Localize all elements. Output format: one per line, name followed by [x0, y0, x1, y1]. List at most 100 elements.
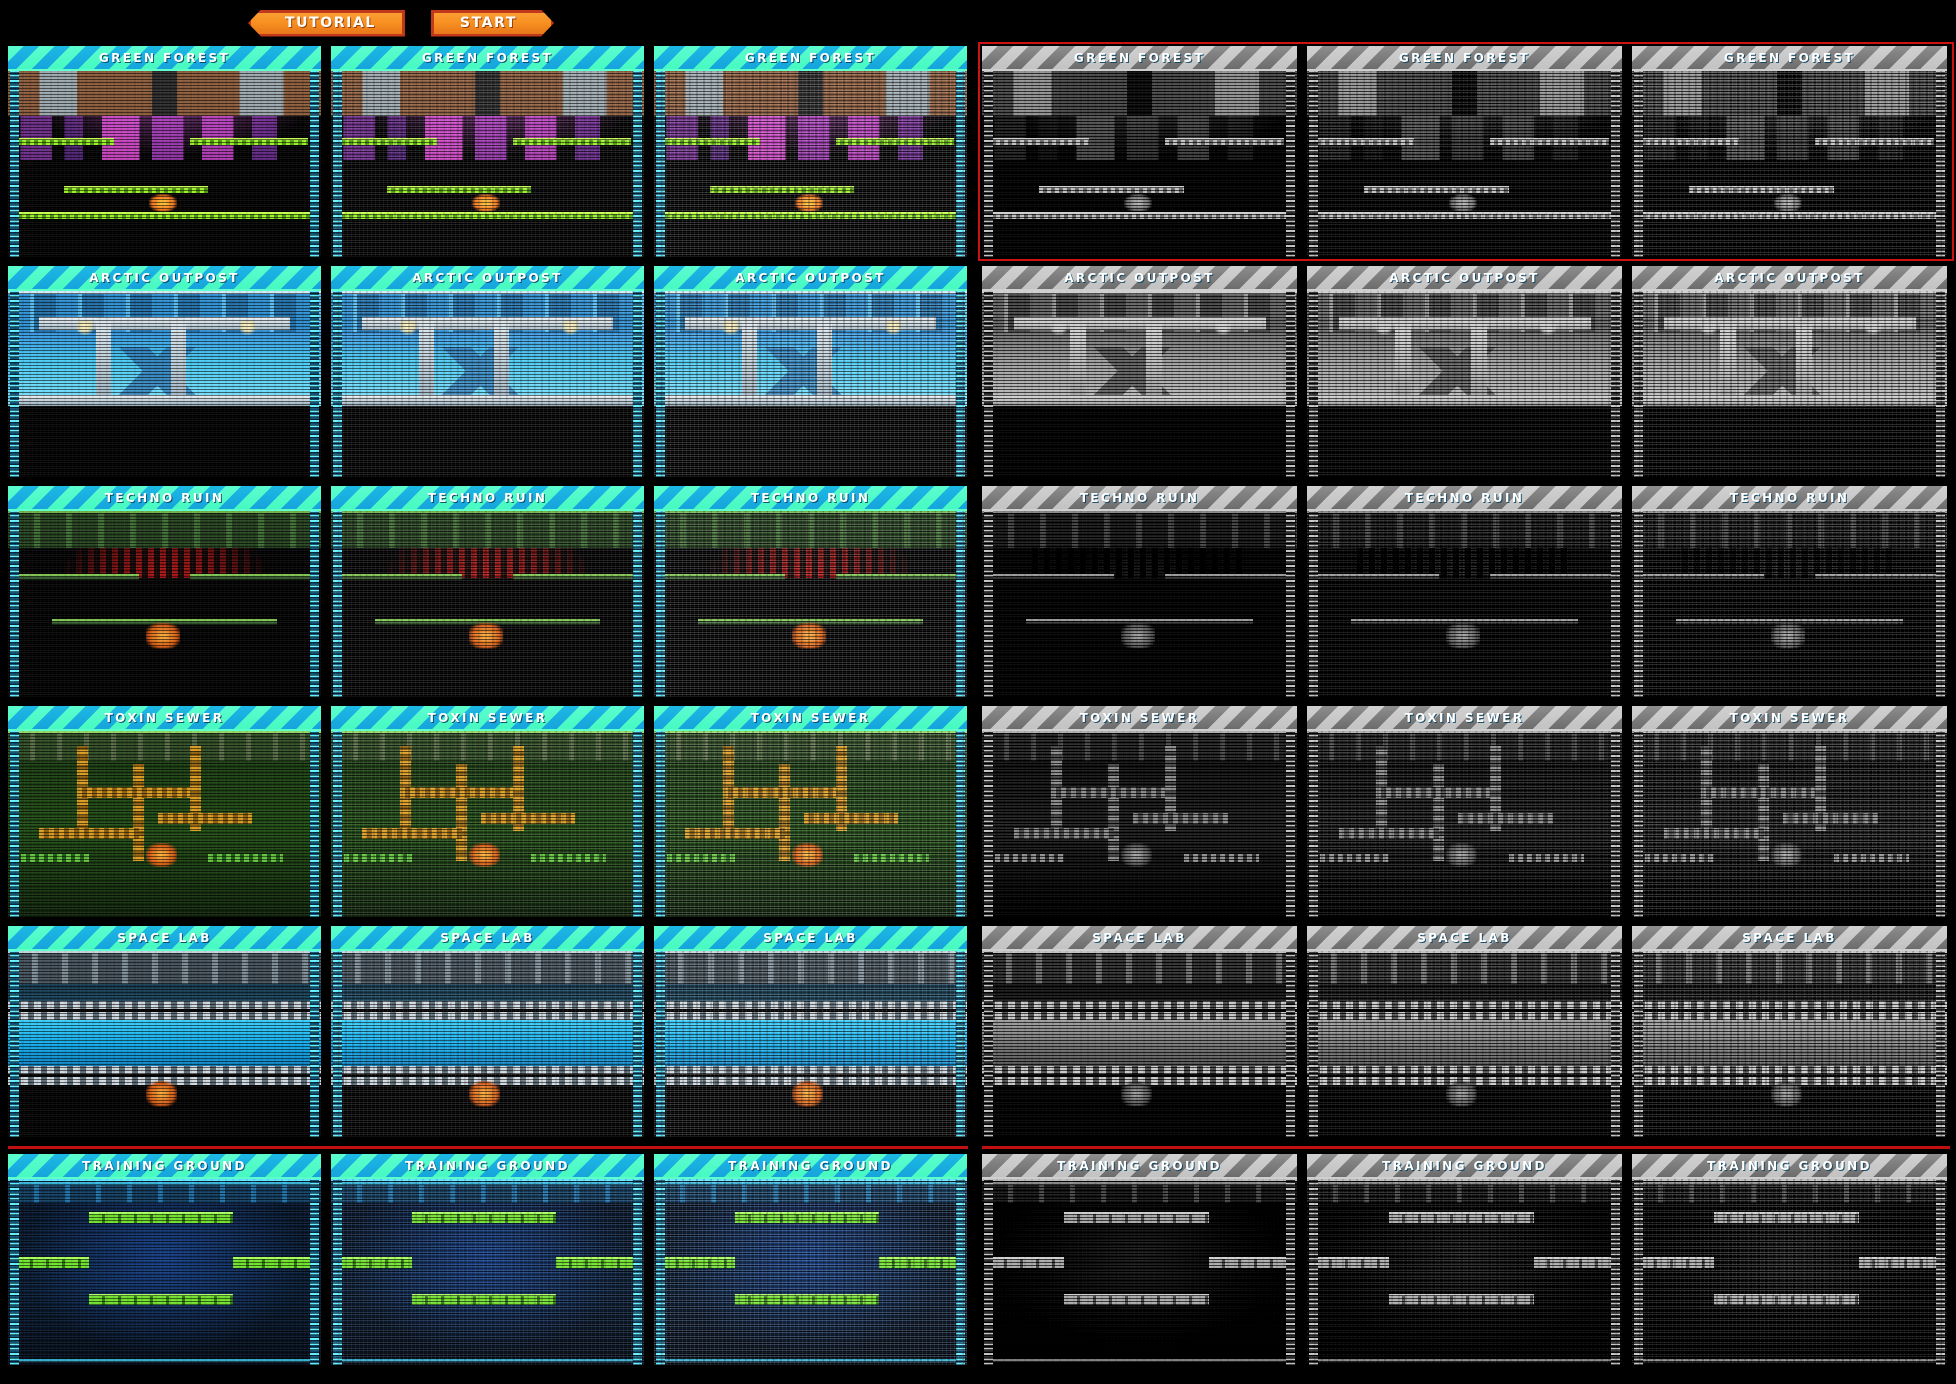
level-tile[interactable]: TRAINING GROUND [1632, 1154, 1947, 1365]
level-title-banner: TOXIN SEWER [8, 706, 321, 731]
scene-rail-right [1286, 71, 1295, 257]
scene-rail-left [333, 951, 342, 1137]
level-tile[interactable]: TRAINING GROUND [654, 1154, 967, 1365]
level-title-banner: GREEN FOREST [982, 46, 1297, 71]
level-tile[interactable]: SPACE LAB [982, 926, 1297, 1137]
level-row: SPACE LAB SPACE LAB SPACE LAB [982, 926, 1950, 1137]
level-title-banner: TRAINING GROUND [1632, 1154, 1947, 1179]
level-tile[interactable]: TECHNO RUIN [982, 486, 1297, 697]
level-title-banner: TRAINING GROUND [331, 1154, 644, 1179]
level-tile[interactable]: GREEN FOREST [982, 46, 1297, 257]
level-tile[interactable]: TECHNO RUIN [1307, 486, 1622, 697]
scene-rail-left [1309, 71, 1318, 257]
level-title-label: ARCTIC OUTPOST [1064, 270, 1215, 285]
level-preview-image [8, 511, 321, 697]
level-title-label: TOXIN SEWER [104, 710, 225, 725]
level-tile[interactable]: GREEN FOREST [1307, 46, 1622, 257]
scene-rail-left [656, 511, 665, 697]
level-tile[interactable]: TOXIN SEWER [654, 706, 967, 917]
level-tile[interactable]: ARCTIC OUTPOST [331, 266, 644, 477]
level-title-label: TRAINING GROUND [405, 1158, 570, 1173]
level-title-label: SPACE LAB [440, 930, 535, 945]
scene-rail-left [1634, 951, 1643, 1137]
level-title-label: ARCTIC OUTPOST [89, 270, 240, 285]
scene-rail-right [1611, 511, 1620, 697]
scene-rail-left [1309, 1179, 1318, 1365]
level-tile[interactable]: TOXIN SEWER [1632, 706, 1947, 917]
level-preview-image [331, 291, 644, 477]
level-title-banner: TRAINING GROUND [654, 1154, 967, 1179]
grayscale-variant-panel: GREEN FOREST GREEN FOREST GREEN FOREST A… [976, 42, 1956, 1384]
level-preview-image [1307, 1179, 1622, 1365]
level-tile[interactable]: ARCTIC OUTPOST [982, 266, 1297, 477]
scene-rail-left [10, 71, 19, 257]
level-title-label: ARCTIC OUTPOST [412, 270, 563, 285]
level-tile[interactable]: TECHNO RUIN [331, 486, 644, 697]
level-title-label: SPACE LAB [763, 930, 858, 945]
level-title-banner: TECHNO RUIN [654, 486, 967, 511]
level-tile[interactable]: TOXIN SEWER [8, 706, 321, 917]
level-title-label: TECHNO RUIN [750, 490, 871, 505]
level-tile[interactable]: TOXIN SEWER [1307, 706, 1622, 917]
scene-rail-right [956, 1179, 965, 1365]
level-tile[interactable]: SPACE LAB [331, 926, 644, 1137]
level-title-label: TRAINING GROUND [1382, 1158, 1547, 1173]
level-preview-image [654, 291, 967, 477]
level-tile[interactable]: TRAINING GROUND [331, 1154, 644, 1365]
scene-rail-left [984, 291, 993, 477]
level-tile[interactable]: SPACE LAB [654, 926, 967, 1137]
level-tile[interactable]: TRAINING GROUND [8, 1154, 321, 1365]
level-tile[interactable]: GREEN FOREST [1632, 46, 1947, 257]
level-tile[interactable]: TECHNO RUIN [654, 486, 967, 697]
level-tile[interactable]: ARCTIC OUTPOST [654, 266, 967, 477]
level-tile[interactable]: ARCTIC OUTPOST [1632, 266, 1947, 477]
level-tile[interactable]: TECHNO RUIN [8, 486, 321, 697]
level-select-screen: TUTORIAL START GREEN FOREST GREEN FOREST… [0, 0, 1956, 1384]
start-button[interactable]: START [431, 10, 554, 37]
level-title-label: ARCTIC OUTPOST [1714, 270, 1865, 285]
level-preview-image [331, 731, 644, 917]
scene-rail-right [956, 291, 965, 477]
level-title-label: SPACE LAB [1092, 930, 1187, 945]
scene-rail-right [1286, 1179, 1295, 1365]
level-row: SPACE LAB SPACE LAB SPACE LAB [8, 926, 968, 1137]
level-tile[interactable]: ARCTIC OUTPOST [1307, 266, 1622, 477]
scene-rail-left [656, 731, 665, 917]
scene-rail-right [956, 71, 965, 257]
level-preview-image [654, 511, 967, 697]
level-row: TOXIN SEWER TOXIN SEWER TOXIN SEWER [8, 706, 968, 917]
level-preview-image [654, 731, 967, 917]
level-tile[interactable]: SPACE LAB [1307, 926, 1622, 1137]
level-tile[interactable]: ARCTIC OUTPOST [8, 266, 321, 477]
level-tile[interactable]: TOXIN SEWER [331, 706, 644, 917]
level-tile[interactable]: TRAINING GROUND [982, 1154, 1297, 1365]
level-title-label: SPACE LAB [117, 930, 212, 945]
level-title-banner: SPACE LAB [1632, 926, 1947, 951]
level-tile[interactable]: TRAINING GROUND [1307, 1154, 1622, 1365]
level-row: TECHNO RUIN TECHNO RUIN TECHNO RUIN [982, 486, 1950, 697]
level-title-banner: GREEN FOREST [1632, 46, 1947, 71]
level-tile[interactable]: SPACE LAB [8, 926, 321, 1137]
level-tile[interactable]: GREEN FOREST [8, 46, 321, 257]
level-tile[interactable]: GREEN FOREST [331, 46, 644, 257]
level-title-label: GREEN FOREST [1723, 50, 1856, 65]
level-tile[interactable]: SPACE LAB [1632, 926, 1947, 1137]
level-title-label: TECHNO RUIN [1729, 490, 1850, 505]
tutorial-button[interactable]: TUTORIAL [248, 9, 405, 37]
level-preview-image [1632, 291, 1947, 477]
scene-rail-left [333, 731, 342, 917]
level-tile[interactable]: GREEN FOREST [654, 46, 967, 257]
level-preview-image [331, 1179, 644, 1365]
level-title-banner: ARCTIC OUTPOST [982, 266, 1297, 291]
level-title-label: TRAINING GROUND [1707, 1158, 1872, 1173]
row-separator [8, 1146, 968, 1149]
level-preview-image [1632, 511, 1947, 697]
level-row: GREEN FOREST GREEN FOREST GREEN FOREST [978, 42, 1954, 261]
scene-rail-right [1286, 951, 1295, 1137]
level-preview-image [331, 511, 644, 697]
level-title-label: GREEN FOREST [744, 50, 877, 65]
level-title-banner: TRAINING GROUND [982, 1154, 1297, 1179]
level-tile[interactable]: TECHNO RUIN [1632, 486, 1947, 697]
level-tile[interactable]: TOXIN SEWER [982, 706, 1297, 917]
scene-rail-left [333, 1179, 342, 1365]
